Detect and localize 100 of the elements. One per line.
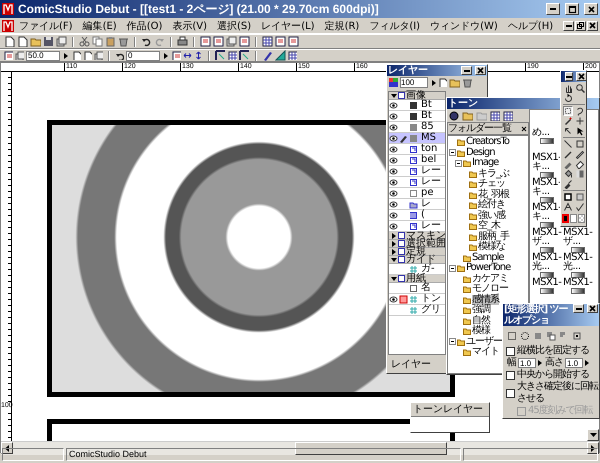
add-selection-icon[interactable] — [546, 330, 556, 340]
layer-row[interactable]: bel — [389, 155, 445, 166]
layer-row[interactable]: レ — [389, 199, 445, 210]
grid-icon[interactable] — [228, 51, 237, 60]
eraser-icon[interactable] — [575, 159, 585, 169]
hand-icon[interactable] — [563, 83, 573, 93]
close-button[interactable] — [576, 72, 586, 81]
tone-name[interactable]: MSX1- — [563, 253, 591, 262]
folder-item[interactable]: キラ_ぶ — [478, 168, 509, 179]
cut-icon[interactable] — [79, 36, 90, 47]
tone-name[interactable]: め... — [532, 128, 560, 137]
width-field[interactable]: 1.0 — [518, 358, 536, 368]
menu-item[interactable]: 作品(O) — [122, 18, 168, 32]
new-layer-icon[interactable] — [438, 78, 447, 87]
tone-thumbnail[interactable] — [571, 247, 585, 253]
folder-item[interactable]: 模様 — [472, 326, 490, 336]
tone-name[interactable]: MSX1- — [532, 228, 560, 237]
tone-thumbnail[interactable] — [540, 222, 554, 228]
pencil-icon[interactable] — [575, 149, 585, 159]
layer-row[interactable]: レー — [389, 221, 445, 232]
height-field[interactable]: 1.0 — [565, 358, 583, 368]
ruler-icon[interactable] — [239, 50, 250, 61]
globe-icon[interactable] — [449, 110, 459, 120]
close-button[interactable] — [587, 304, 598, 313]
eye-icon[interactable] — [389, 100, 398, 110]
page-view-icon[interactable] — [275, 36, 286, 47]
copy-icon[interactable] — [92, 36, 103, 47]
layer-row[interactable]: Bt — [389, 111, 445, 122]
undo-icon[interactable] — [141, 36, 152, 47]
eye-icon[interactable] — [389, 222, 398, 230]
checkbox[interactable] — [506, 370, 515, 380]
menu-item[interactable]: ヘルプ(H) — [502, 18, 558, 32]
close-icon[interactable] — [520, 124, 528, 132]
page-view-icon[interactable] — [239, 36, 250, 47]
tone-name[interactable]: 光... — [532, 262, 560, 271]
layer-group-header[interactable]: 用紙 — [389, 275, 445, 283]
folder-item[interactable]: 感情系 — [472, 294, 499, 305]
tone-thumbnail[interactable] — [540, 247, 554, 253]
layer-row[interactable]: Bt — [389, 100, 445, 111]
folder-item[interactable]: 模様な — [478, 242, 505, 252]
open-folder-icon[interactable] — [30, 36, 41, 47]
close-button[interactable] — [584, 3, 598, 15]
eye-icon[interactable] — [389, 188, 398, 198]
folder-item[interactable]: 強い感 — [478, 210, 505, 221]
layer-row[interactable]: ( — [389, 210, 445, 221]
maximize-button[interactable] — [565, 3, 579, 15]
pen-icon[interactable] — [563, 149, 573, 159]
transparent-swatch[interactable] — [578, 214, 585, 223]
eye-icon[interactable] — [389, 144, 398, 154]
tone-name[interactable]: MSX1- — [563, 278, 591, 287]
eye-icon[interactable] — [389, 134, 398, 142]
angle-field[interactable]: 0 — [126, 50, 160, 60]
tone-name[interactable]: 光... — [563, 262, 591, 271]
layer-group-header[interactable]: ガイド — [389, 256, 445, 264]
tone-name[interactable]: MSX1- — [532, 153, 560, 162]
expander-icon[interactable] — [449, 338, 456, 346]
pointer-icon[interactable] — [575, 126, 585, 136]
folder-item[interactable]: 服柄_手 — [478, 232, 509, 242]
triangle-ruler-icon[interactable] — [275, 50, 286, 61]
lasso-icon[interactable] — [575, 106, 585, 116]
eye-icon[interactable] — [389, 178, 398, 186]
brush-icon[interactable] — [563, 179, 573, 189]
folder-item[interactable]: Sample — [472, 252, 504, 263]
folder-item[interactable]: CreatorsTo — [466, 137, 510, 148]
tone-name[interactable]: MSX1- — [532, 253, 560, 262]
color-swatch[interactable] — [562, 214, 569, 223]
page-view-icon[interactable] — [200, 36, 211, 47]
menu-item[interactable]: 選択(S) — [212, 18, 256, 32]
ellipse-select-icon[interactable] — [520, 330, 530, 340]
tone-name[interactable]: MSX1- — [532, 278, 560, 287]
move-arrows-icon[interactable] — [563, 126, 573, 136]
eye-icon[interactable] — [389, 156, 398, 164]
arrows-icon[interactable] — [194, 51, 203, 60]
expander-icon[interactable] — [455, 160, 462, 167]
grid-icon[interactable] — [262, 36, 273, 47]
folder-item[interactable]: チェッ — [478, 179, 505, 190]
tone-thumbnail[interactable] — [571, 288, 585, 294]
eye-icon[interactable] — [389, 210, 398, 220]
search-icon[interactable] — [575, 83, 585, 93]
tone-name[interactable]: キ... — [532, 187, 560, 196]
scroll-down-button[interactable] — [587, 429, 599, 441]
minimize-button[interactable] — [565, 72, 573, 81]
folder-item[interactable]: 自然 — [472, 316, 490, 326]
layer-group-header[interactable]: 選択範囲 — [389, 240, 445, 248]
menu-item[interactable]: ファイル(F) — [14, 18, 78, 32]
menu-item[interactable]: フィルタ(I) — [364, 18, 426, 32]
scroll-thumb[interactable] — [295, 442, 447, 455]
checkbox[interactable] — [506, 388, 515, 398]
panel-frame-icon[interactable] — [563, 192, 573, 202]
template-icon[interactable] — [17, 36, 28, 47]
folder-item[interactable]: Design — [466, 148, 495, 158]
menu-item[interactable]: 編集(E) — [78, 18, 122, 32]
color-swatch[interactable] — [570, 214, 577, 223]
menu-item[interactable]: ウィンドウ(W) — [425, 18, 503, 32]
caret-icon[interactable] — [162, 51, 170, 60]
pages-icon[interactable] — [56, 36, 67, 47]
rotate-icon[interactable] — [563, 93, 573, 103]
gradient-icon[interactable] — [575, 169, 585, 179]
layer-view-icon[interactable] — [226, 36, 237, 47]
tone-icon[interactable] — [575, 192, 585, 202]
